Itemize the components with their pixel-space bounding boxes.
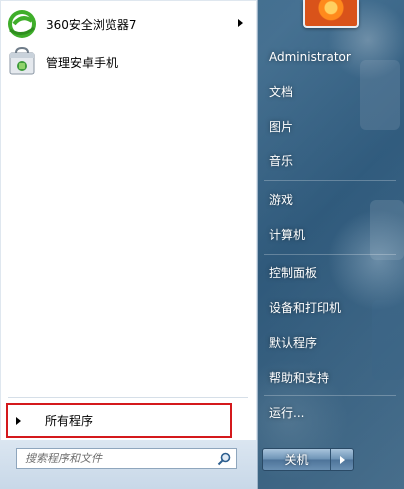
menu-item-label: 控制面板 [269,265,318,280]
start-menu: 360安全浏览器7 管理安卓手机 所有程序 搜索程序和文件 Administra… [0,0,404,489]
user-avatar[interactable] [303,0,359,28]
search-input[interactable] [25,450,216,467]
expand-arrow-icon [16,416,21,425]
shutdown-button[interactable]: 关机 [263,449,331,470]
shutdown-label: 关机 [284,453,309,467]
menu-item-default-programs[interactable]: 默认程序 [263,327,399,357]
separator [264,254,396,255]
separator [264,395,396,396]
360-browser-icon [6,8,38,40]
chevron-right-icon [339,455,345,464]
separator [264,180,396,181]
user-name: Administrator [269,50,351,64]
pinned-app-android-manager[interactable]: 管理安卓手机 [6,43,251,81]
menu-item-pictures[interactable]: 图片 [263,111,399,141]
menu-item-label: 设备和打印机 [269,300,342,315]
menu-item-label: 音乐 [269,153,294,168]
search-icon[interactable] [216,451,232,467]
programs-pane: 360安全浏览器7 管理安卓手机 所有程序 [0,0,258,489]
menu-item-label: 文档 [269,84,294,99]
android-manager-icon [6,46,38,78]
menu-item-computer[interactable]: 计算机 [263,219,399,249]
menu-item-label: 游戏 [269,192,294,207]
pinned-app-label: 360安全浏览器7 [46,17,137,32]
menu-item-control-panel[interactable]: 控制面板 [263,257,399,287]
menu-item-help-support[interactable]: 帮助和支持 [263,362,399,392]
menu-item-music[interactable]: 音乐 [263,145,399,175]
search-box[interactable] [16,448,237,469]
pinned-app-label: 管理安卓手机 [46,55,119,70]
menu-item-run[interactable]: 运行... [263,397,399,427]
pinned-app-360-browser[interactable]: 360安全浏览器7 [6,5,251,43]
menu-item-games[interactable]: 游戏 [263,184,399,214]
search-area [0,440,257,489]
all-programs-label: 所有程序 [45,414,94,428]
all-programs-button[interactable]: 所有程序 [6,403,232,438]
shutdown-control: 关机 [262,448,354,471]
menu-item-label: 帮助和支持 [269,370,330,385]
menu-item-label: 默认程序 [269,335,318,350]
menu-item-documents[interactable]: 文档 [263,76,399,106]
menu-item-label: 计算机 [269,227,306,242]
submenu-arrow-icon[interactable] [238,19,243,27]
menu-item-label: 运行... [269,405,305,420]
menu-item-devices-printers[interactable]: 设备和打印机 [263,292,399,322]
menu-item-label: 图片 [269,119,294,134]
shutdown-options-button[interactable] [331,449,353,470]
separator [8,397,248,398]
user-name-link[interactable]: Administrator [263,42,399,72]
